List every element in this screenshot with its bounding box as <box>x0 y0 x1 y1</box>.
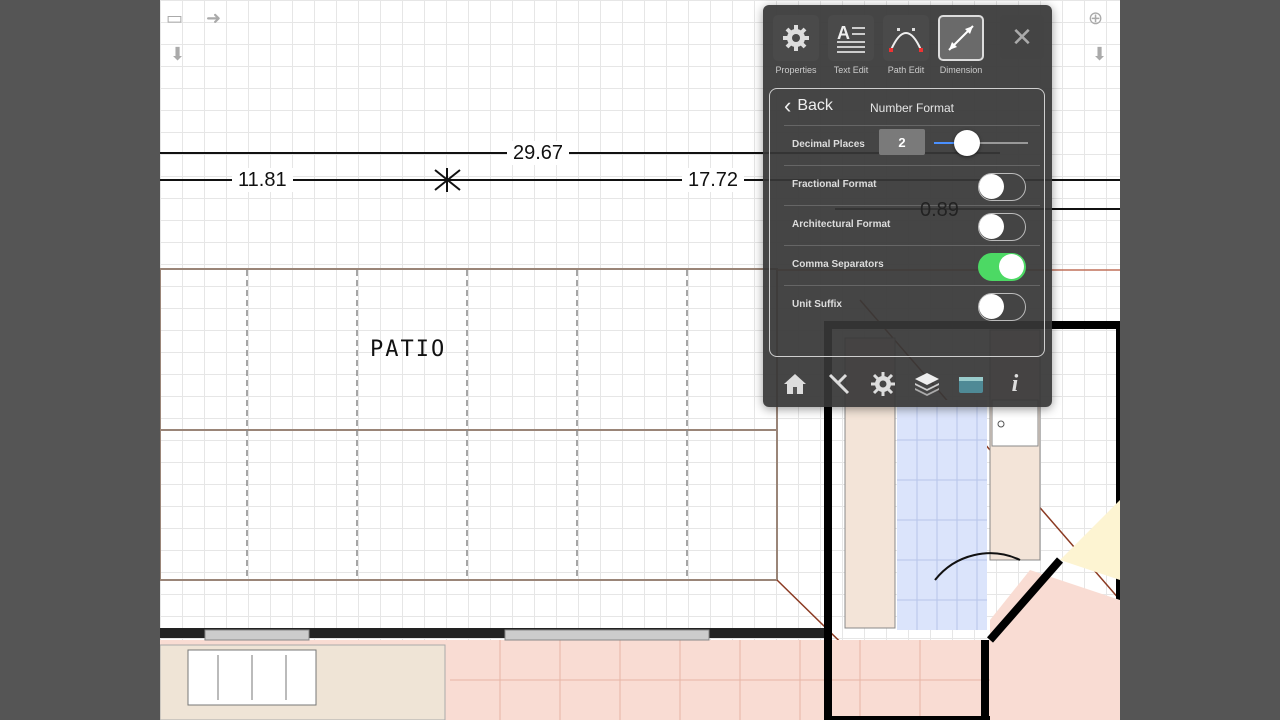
library-icon[interactable] <box>953 367 989 401</box>
slider-knob[interactable] <box>953 130 980 156</box>
toggle-knob <box>999 254 1024 279</box>
subpanel-title: Number Format <box>870 101 955 115</box>
tab-properties[interactable]: Properties <box>773 15 819 75</box>
layers-icon[interactable] <box>909 367 945 401</box>
window-2 <box>504 629 710 641</box>
tab-label: Path Edit <box>887 65 925 75</box>
fractional-format-row: Fractional Format <box>784 165 1040 206</box>
decimal-places-value[interactable]: 2 <box>879 129 925 155</box>
toggle-knob <box>979 174 1004 199</box>
crosshair-icon[interactable]: ⊕ <box>1088 8 1103 29</box>
back-label: Back <box>797 97 833 114</box>
decimal-places-label: Decimal Places <box>792 139 865 150</box>
architectural-format-label: Architectural Format <box>792 219 891 230</box>
tab-dimension[interactable]: Dimension <box>938 15 984 75</box>
panel-bottom-toolbar: i <box>775 367 1045 401</box>
dimension-label-right[interactable]: 17.72 <box>682 168 745 192</box>
dimension-label-small[interactable]: 0.89 <box>914 198 965 222</box>
tab-label: Properties <box>775 65 817 75</box>
inspector-tabs: Properties A Text Edit Path Edit Dimensi… <box>771 15 1044 85</box>
tab-label: Dimension <box>939 65 983 75</box>
architectural-format-toggle[interactable] <box>978 213 1026 241</box>
tab-label: Text Edit <box>833 65 869 75</box>
unit-suffix-label: Unit Suffix <box>792 299 842 310</box>
unit-suffix-row: Unit Suffix <box>784 285 1040 326</box>
dimension-label-left[interactable]: 11.81 <box>232 168 293 192</box>
info-icon[interactable]: i <box>997 367 1033 401</box>
unit-suffix-toggle[interactable] <box>978 293 1026 321</box>
close-panel-button[interactable]: ✕ <box>1000 15 1044 59</box>
bathroom-floor <box>897 400 987 630</box>
patio-border <box>160 268 778 581</box>
pan-down-right-icon[interactable]: ⬇ <box>1092 44 1107 65</box>
number-format-subpanel: ‹ Back Number Format Decimal Places 2 Fr… <box>769 88 1045 357</box>
decimal-places-slider[interactable] <box>934 130 1028 156</box>
fractional-format-toggle[interactable] <box>978 173 1026 201</box>
room-label-patio[interactable]: PATIO <box>370 337 446 362</box>
tab-path-edit[interactable]: Path Edit <box>883 15 929 75</box>
toggle-knob <box>979 294 1004 319</box>
home-icon[interactable] <box>777 367 813 401</box>
dimension-inspector-panel: Properties A Text Edit Path Edit Dimensi… <box>763 5 1052 407</box>
tab-text-edit[interactable]: A Text Edit <box>828 15 874 75</box>
comma-separators-row: Comma Separators <box>784 245 1040 286</box>
comma-separators-label: Comma Separators <box>792 259 884 270</box>
right-letterbox <box>1120 0 1280 720</box>
patio-grid-lines <box>246 270 688 579</box>
comma-separators-toggle[interactable] <box>978 253 1026 281</box>
pan-down-icon[interactable]: ⬇ <box>170 44 185 65</box>
text-edit-icon: A <box>828 15 874 61</box>
settings-icon[interactable] <box>865 367 901 401</box>
fractional-format-label: Fractional Format <box>792 179 877 190</box>
architectural-format-row: Architectural Format <box>784 205 1040 246</box>
tools-icon[interactable] <box>821 367 857 401</box>
window-1 <box>204 629 310 641</box>
zoom-tool-icon[interactable]: ▭ <box>166 8 183 29</box>
gear-icon <box>773 15 819 61</box>
dimension-icon <box>938 15 984 61</box>
left-letterbox <box>0 0 160 720</box>
chevron-left-icon: ‹ <box>784 93 792 118</box>
pan-right-icon[interactable]: ➜ <box>206 8 221 29</box>
svg-text:A: A <box>837 23 850 43</box>
decimal-places-row: Decimal Places 2 <box>784 125 1040 166</box>
dimension-label-overall[interactable]: 29.67 <box>507 141 570 165</box>
back-button[interactable]: ‹ Back <box>784 93 833 118</box>
toggle-knob <box>979 214 1004 239</box>
path-edit-icon <box>883 15 929 61</box>
